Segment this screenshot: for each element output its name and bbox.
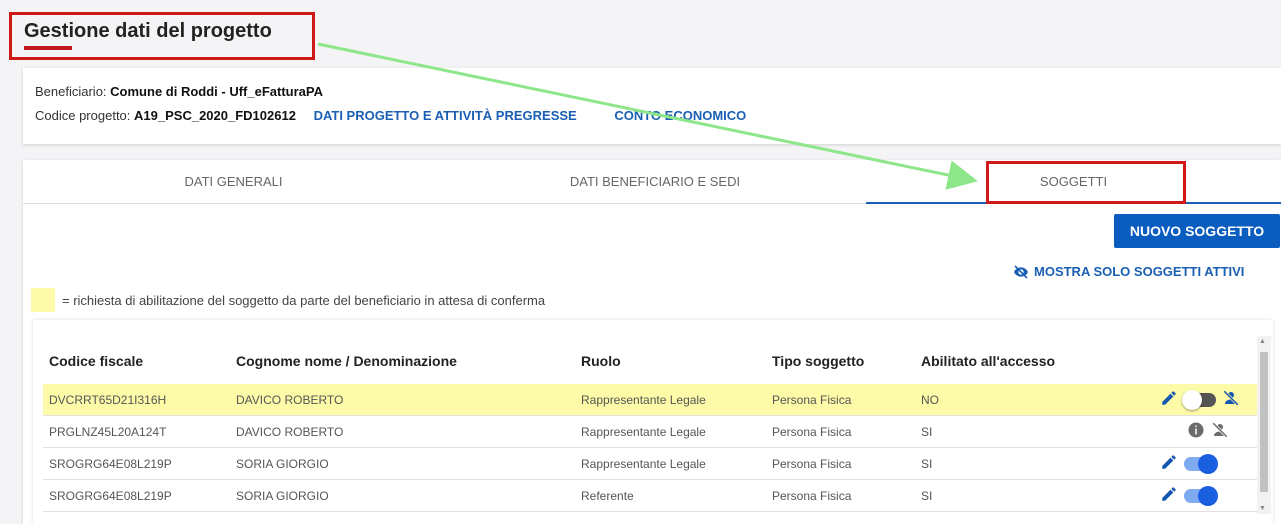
header-nome: Cognome nome / Denominazione	[236, 353, 457, 369]
pencil-icon[interactable]	[1160, 485, 1178, 508]
cell-nome: SORIA GIORGIO	[236, 489, 329, 503]
row-actions	[1160, 453, 1218, 476]
cell-ruolo: Referente	[581, 489, 634, 503]
row-actions	[1160, 389, 1240, 412]
pencil-icon[interactable]	[1160, 453, 1178, 476]
beneficiario-label: Beneficiario:	[35, 84, 107, 99]
access-toggle-on[interactable]	[1184, 486, 1218, 506]
pencil-icon[interactable]	[1160, 389, 1178, 412]
header-ruolo: Ruolo	[581, 353, 621, 369]
access-toggle-off[interactable]	[1182, 390, 1216, 410]
cell-abilitato: NO	[921, 393, 939, 407]
annotation-box-soggetti	[986, 161, 1186, 204]
header-tipo: Tipo soggetto	[772, 353, 865, 369]
link-dati-progetto[interactable]: DATI PROGETTO E ATTIVITÀ PREGRESSE	[314, 108, 577, 123]
legend-swatch	[31, 288, 55, 312]
cell-nome: DAVICO ROBERTO	[236, 393, 344, 407]
annotation-box-title	[9, 12, 315, 60]
table-row: PRGLNZ45L20A124T DAVICO ROBERTO Rapprese…	[43, 416, 1257, 448]
table-row: SROGRG64E08L219P SORIA GIORGIO Rappresen…	[43, 448, 1257, 480]
cell-tipo: Persona Fisica	[772, 489, 852, 503]
user-off-icon[interactable]	[1211, 421, 1229, 444]
eye-off-icon	[1012, 264, 1034, 279]
scroll-up-icon[interactable]: ▲	[1259, 338, 1266, 345]
cell-ruolo: Rappresentante Legale	[581, 393, 706, 407]
project-info-card: Beneficiario: Comune di Roddi - Uff_eFat…	[23, 68, 1281, 144]
codice-progetto-line: Codice progetto: A19_PSC_2020_FD102612 D…	[35, 108, 746, 123]
cell-tipo: Persona Fisica	[772, 393, 852, 407]
legend-text: = richiesta di abilitazione del soggetto…	[62, 293, 546, 308]
cell-abilitato: SI	[921, 489, 933, 503]
tab-dati-generali[interactable]: DATI GENERALI	[23, 160, 444, 204]
beneficiario-line: Beneficiario: Comune di Roddi - Uff_eFat…	[35, 84, 323, 99]
nuovo-soggetto-button[interactable]: NUOVO SOGGETTO	[1114, 214, 1280, 248]
beneficiario-value: Comune di Roddi - Uff_eFatturaPA	[110, 84, 323, 99]
cell-abilitato: SI	[921, 457, 933, 471]
access-toggle-on[interactable]	[1184, 454, 1218, 474]
show-active-toggle[interactable]: MOSTRA SOLO SOGGETTI ATTIVI	[1012, 264, 1244, 280]
cell-codice: SROGRG64E08L219P	[49, 457, 172, 471]
soggetti-table: Codice fiscale Cognome nome / Denominazi…	[33, 320, 1273, 524]
cell-codice: PRGLNZ45L20A124T	[49, 425, 167, 439]
table-row: SROGRG64E08L219P SORIA GIORGIO Referente…	[43, 480, 1257, 512]
scroll-down-icon[interactable]: ▼	[1259, 505, 1266, 512]
row-actions	[1187, 421, 1229, 444]
user-off-icon[interactable]	[1222, 389, 1240, 412]
cell-ruolo: Rappresentante Legale	[581, 457, 706, 471]
codice-label: Codice progetto:	[35, 108, 131, 123]
cell-codice: SROGRG64E08L219P	[49, 489, 172, 503]
scroll-thumb[interactable]	[1260, 352, 1268, 492]
header-codice-fiscale: Codice fiscale	[49, 353, 144, 369]
cell-ruolo: Rappresentante Legale	[581, 425, 706, 439]
table-row: DVCRRT65D21I316H DAVICO ROBERTO Rapprese…	[43, 384, 1257, 416]
cell-tipo: Persona Fisica	[772, 425, 852, 439]
info-icon[interactable]	[1187, 421, 1205, 444]
table-scrollbar[interactable]: ▲ ▼	[1257, 336, 1271, 514]
cell-codice: DVCRRT65D21I316H	[49, 393, 167, 407]
cell-nome: DAVICO ROBERTO	[236, 425, 344, 439]
header-abilitato: Abilitato all'accesso	[921, 353, 1056, 369]
show-active-label: MOSTRA SOLO SOGGETTI ATTIVI	[1034, 264, 1245, 279]
tab-dati-beneficiario[interactable]: DATI BENEFICIARIO E SEDI	[444, 160, 866, 204]
row-actions	[1160, 485, 1218, 508]
link-conto-economico[interactable]: CONTO ECONOMICO	[614, 108, 746, 123]
cell-tipo: Persona Fisica	[772, 457, 852, 471]
cell-abilitato: SI	[921, 425, 933, 439]
cell-nome: SORIA GIORGIO	[236, 457, 329, 471]
codice-value: A19_PSC_2020_FD102612	[134, 108, 296, 123]
